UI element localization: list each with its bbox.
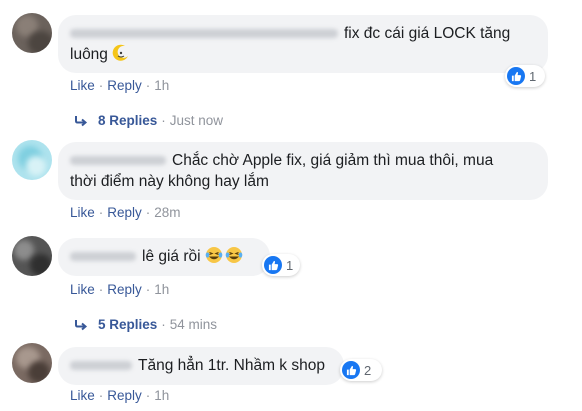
avatar[interactable] [12,343,52,383]
comment-bubble: Chắc chờ Apple fix, giá giảm thì mua thô… [58,142,548,200]
commenter-name[interactable] [70,252,136,262]
reaction-count: 1 [529,68,537,84]
like-link[interactable]: Like [70,282,95,297]
replies-time: Just now [169,113,224,128]
view-replies-link[interactable]: 8 Replies · Just now [74,113,223,128]
comment-bubble: lê giá rồi [58,238,270,276]
separator-dot: · [98,388,104,403]
timestamp[interactable]: 1h [154,282,169,297]
reply-arrow-icon [74,115,88,127]
separator-dot: · [161,113,166,128]
reply-link[interactable]: Reply [107,205,142,220]
comment-text: thời điểm này không hay lắm [70,173,269,190]
reaction-count: 1 [286,257,294,273]
separator-dot: · [145,388,151,403]
avatar[interactable] [12,13,52,53]
reaction-badge[interactable]: 1 [262,254,300,276]
replies-time: 54 mins [169,317,218,332]
timestamp[interactable]: 1h [154,78,169,93]
reply-arrow-icon [74,319,88,331]
view-replies-link[interactable]: 5 Replies · 54 mins [74,317,217,332]
comment-actions: Like · Reply · 28m [70,205,181,220]
reply-link[interactable]: Reply [107,78,142,93]
replies-count[interactable]: 5 Replies [98,317,157,332]
avatar[interactable] [12,140,52,180]
laughing-tears-emoji-icon [205,246,245,270]
comment-text: Chắc chờ Apple fix, giá giảm thì mua thô… [172,152,494,169]
reaction-badge[interactable]: 1 [505,65,545,87]
replies-count[interactable]: 8 Replies [98,113,157,128]
like-link[interactable]: Like [70,205,95,220]
comment-text: luông [70,46,108,63]
reaction-badge[interactable]: 2 [340,359,382,381]
comment-text: lê giá rồi [142,248,201,265]
comment-actions: Like · Reply · 1h [70,282,169,297]
crescent-smile-emoji-icon [112,44,130,68]
reply-link[interactable]: Reply [107,388,142,403]
thumbs-up-icon [342,361,360,379]
like-link[interactable]: Like [70,78,95,93]
comment-actions: Like · Reply · 1h [70,388,169,403]
thumbs-up-icon [264,256,282,274]
comment-text: fix đc cái giá LOCK tăng [344,25,511,42]
avatar[interactable] [12,236,52,276]
separator-dot: · [98,205,104,220]
separator-dot: · [98,282,104,297]
comment-bubble: fix đc cái giá LOCK tăng luông [58,15,548,73]
like-link[interactable]: Like [70,388,95,403]
commenter-name[interactable] [70,29,338,39]
timestamp[interactable]: 28m [154,205,180,220]
commenter-name[interactable] [70,156,166,166]
thumbs-up-icon [507,67,525,85]
timestamp[interactable]: 1h [154,388,169,403]
comment-text: Tăng hẳn 1tr. Nhầm k shop [138,357,325,374]
separator-dot: · [98,78,104,93]
comment-actions: Like · Reply · 1h [70,78,169,93]
reaction-count: 2 [364,362,372,378]
commenter-name[interactable] [70,361,132,371]
reply-link[interactable]: Reply [107,282,142,297]
separator-dot: · [145,78,151,93]
separator-dot: · [161,317,166,332]
separator-dot: · [145,282,151,297]
comment-bubble: Tăng hẳn 1tr. Nhầm k shop [58,347,344,385]
separator-dot: · [145,205,151,220]
